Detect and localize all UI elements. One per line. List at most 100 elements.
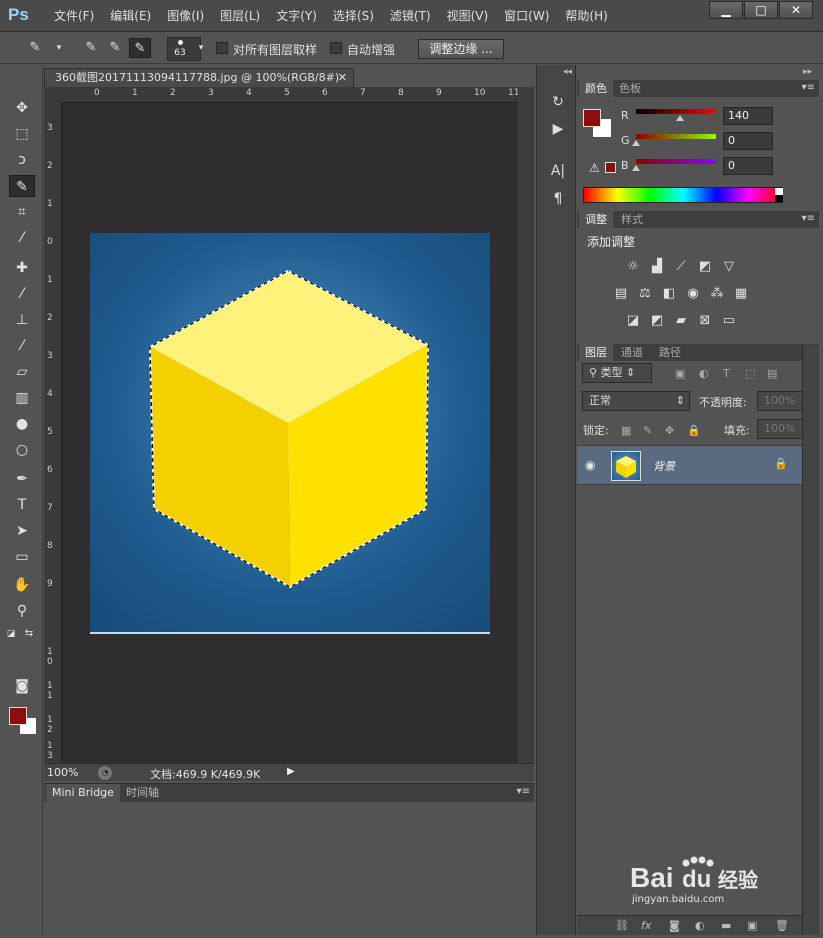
quick-mask-icon[interactable]: ◙: [9, 675, 35, 697]
rectangle-tool-icon[interactable]: ▭: [9, 546, 35, 568]
curves-icon[interactable]: ⟋: [672, 258, 690, 276]
refine-edge-button[interactable]: 调整边缘 ...: [418, 39, 504, 59]
photo-filter-icon[interactable]: ◉: [684, 285, 702, 303]
menu-file[interactable]: 文件(F): [46, 0, 102, 32]
expand-dock-icon[interactable]: ▸▸: [803, 67, 812, 77]
tab-swatches[interactable]: 色板: [613, 80, 647, 97]
foreground-color-swatch[interactable]: [9, 707, 27, 725]
layer-visibility-eye-icon[interactable]: ◉: [585, 458, 595, 472]
color-balance-icon[interactable]: ⚖: [636, 285, 654, 303]
link-layers-icon[interactable]: ⛓: [615, 919, 629, 932]
filter-adjustment-icon[interactable]: ◐: [699, 367, 709, 380]
add-mask-icon[interactable]: ◙: [669, 919, 680, 932]
out-of-gamut-warning-icon[interactable]: ⚠: [589, 161, 600, 175]
healing-brush-tool-icon[interactable]: ✚: [9, 257, 35, 279]
tab-timeline[interactable]: 时间轴: [120, 784, 165, 802]
new-layer-icon[interactable]: ▣: [747, 919, 757, 932]
channel-r-slider[interactable]: [636, 109, 716, 114]
menu-edit[interactable]: 编辑(E): [102, 0, 159, 32]
color-panel-foreground-swatch[interactable]: [583, 109, 601, 127]
layer-row-background[interactable]: ◉ 背景 🔒: [577, 445, 802, 485]
history-brush-tool-icon[interactable]: ⁄: [9, 335, 35, 357]
lasso-tool-icon[interactable]: ↄ: [9, 149, 35, 171]
threshold-icon[interactable]: ▰: [672, 312, 690, 330]
filter-type-icon[interactable]: T: [723, 367, 730, 380]
lock-image-icon[interactable]: ✎: [643, 424, 652, 437]
gamut-color-swatch[interactable]: [605, 162, 616, 173]
new-group-icon[interactable]: ▬: [721, 919, 731, 932]
levels-icon[interactable]: ▟: [648, 258, 666, 276]
menu-type[interactable]: 文字(Y): [268, 0, 325, 32]
channel-b-thumb[interactable]: [632, 165, 640, 171]
path-selection-tool-icon[interactable]: ➤: [9, 520, 35, 542]
add-to-selection-brush-icon[interactable]: ✎: [104, 38, 126, 58]
menu-image[interactable]: 图像(I): [159, 0, 212, 32]
tab-channels[interactable]: 通道: [615, 344, 649, 361]
marquee-tool-icon[interactable]: ⬚: [9, 123, 35, 145]
quick-selection-tool-icon[interactable]: ✎: [9, 175, 35, 197]
menu-help[interactable]: 帮助(H): [557, 0, 615, 32]
channel-g-slider[interactable]: [636, 134, 716, 139]
actions-panel-icon[interactable]: ▶: [548, 119, 568, 139]
gradient-map-icon[interactable]: ▭: [720, 312, 738, 330]
brush-size-dropdown-icon[interactable]: ▾: [190, 38, 212, 58]
lock-transparent-icon[interactable]: ▦: [621, 424, 631, 437]
sample-all-layers-checkbox[interactable]: [216, 42, 228, 54]
paragraph-panel-icon[interactable]: ¶: [548, 189, 568, 209]
close-button[interactable]: ✕: [779, 1, 813, 19]
pen-tool-icon[interactable]: ✒: [9, 468, 35, 490]
swap-colors-icon[interactable]: ⇆: [22, 623, 36, 645]
lock-all-icon[interactable]: 🔒: [687, 424, 701, 437]
minimize-button[interactable]: ▁: [709, 1, 743, 19]
crop-tool-icon[interactable]: ⌗: [9, 201, 35, 223]
menu-window[interactable]: 窗口(W): [496, 0, 557, 32]
subtract-from-selection-brush-icon[interactable]: ✎: [129, 38, 151, 58]
adjustments-panel-menu-icon[interactable]: ▾≡: [802, 213, 815, 224]
channel-r-thumb[interactable]: [675, 115, 684, 121]
collapse-dock-icon[interactable]: ◂◂: [563, 67, 572, 77]
tab-color[interactable]: 颜色: [579, 80, 613, 97]
default-colors-icon[interactable]: ◪: [4, 623, 18, 645]
panel-menu-icon[interactable]: ▾≡: [517, 786, 530, 797]
exposure-icon[interactable]: ◩: [696, 258, 714, 276]
channel-r-input[interactable]: 140: [723, 107, 773, 125]
selective-color-icon[interactable]: ⊠: [696, 312, 714, 330]
close-document-icon[interactable]: ✕: [338, 69, 347, 87]
history-panel-icon[interactable]: ↻: [548, 92, 568, 112]
dodge-tool-icon[interactable]: ○: [9, 439, 35, 461]
status-menu-arrow-icon[interactable]: ▶: [287, 766, 299, 780]
gradient-tool-icon[interactable]: ▥: [9, 387, 35, 409]
eraser-tool-icon[interactable]: ▱: [9, 361, 35, 383]
tab-layers[interactable]: 图层: [579, 344, 613, 361]
channel-b-slider[interactable]: [636, 159, 716, 164]
quick-selection-preset-icon[interactable]: ✎: [24, 38, 46, 58]
color-spectrum-bar[interactable]: [583, 187, 783, 203]
color-lookup-icon[interactable]: ▦: [732, 285, 750, 303]
menu-view[interactable]: 视图(V): [439, 0, 497, 32]
tab-adjustments[interactable]: 调整: [579, 211, 613, 228]
filter-smart-object-icon[interactable]: ▤: [767, 367, 777, 380]
layers-panel-scrollbar[interactable]: [802, 345, 819, 935]
filter-shape-icon[interactable]: ⬚: [745, 367, 755, 380]
layer-thumbnail[interactable]: [611, 451, 641, 481]
status-info-icon[interactable]: ◔: [98, 766, 112, 780]
invert-icon[interactable]: ◪: [624, 312, 642, 330]
brush-tool-icon[interactable]: ⁄: [9, 283, 35, 305]
clone-stamp-tool-icon[interactable]: ⊥: [9, 309, 35, 331]
layer-name[interactable]: 背景: [653, 458, 675, 474]
posterize-icon[interactable]: ◩: [648, 312, 666, 330]
canvas-vertical-scrollbar[interactable]: [518, 87, 534, 763]
vibrance-icon[interactable]: ▽: [720, 258, 738, 276]
lock-position-icon[interactable]: ✥: [665, 424, 674, 437]
hand-tool-icon[interactable]: ✋: [9, 574, 35, 596]
document-image[interactable]: [90, 233, 490, 633]
blend-mode-dropdown[interactable]: 正常 ⇕: [582, 391, 690, 411]
layer-filter-dropdown[interactable]: ⚲ 类型 ⇕: [582, 363, 652, 383]
black-white-swatch[interactable]: [775, 188, 783, 202]
filter-pixel-icon[interactable]: ▣: [675, 367, 685, 380]
hue-saturation-icon[interactable]: ▤: [612, 285, 630, 303]
new-adjustment-layer-icon[interactable]: ◐: [695, 919, 705, 932]
document-tab[interactable]: 360截图20171113094117788.jpg @ 100%(RGB/8#…: [44, 68, 354, 87]
preset-dropdown-icon[interactable]: ▾: [48, 38, 70, 58]
menu-filter[interactable]: 滤镜(T): [382, 0, 439, 32]
